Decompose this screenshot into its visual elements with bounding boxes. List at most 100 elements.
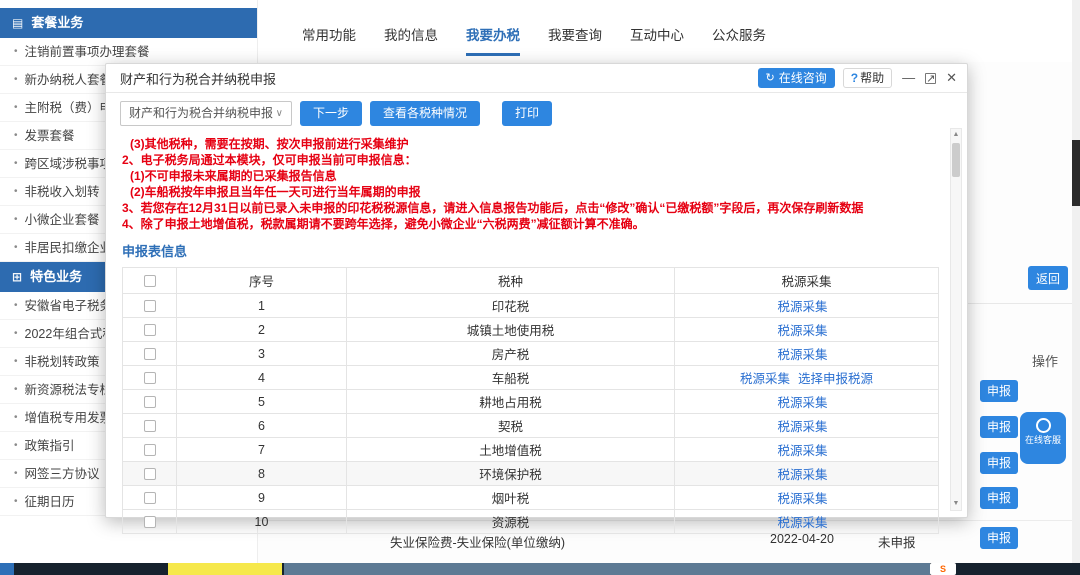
view-tax-status-button[interactable]: 查看各税种情况 <box>370 101 480 126</box>
table-row: 7 土地增值税 税源采集 <box>123 438 939 462</box>
tax-cell: 车船税 <box>347 366 675 390</box>
return-button[interactable]: 返回 <box>1028 266 1068 290</box>
sogou-input-icon[interactable]: S <box>930 563 956 575</box>
tax-source-collect-link[interactable]: 税源采集 <box>777 492 827 506</box>
table-row: 8 环境保护税 税源采集 <box>123 462 939 486</box>
question-icon: ? <box>851 69 858 87</box>
help-button[interactable]: ? 帮助 <box>843 68 892 88</box>
help-label: 帮助 <box>860 69 884 87</box>
declaration-table: 序号 税种 税源采集 1 印花税 税源采集 2 城镇土地使用税 税源采集 3 房… <box>122 267 939 534</box>
page-scrollbar[interactable] <box>1072 0 1080 563</box>
close-icon[interactable]: ✕ <box>946 68 957 88</box>
tax-cell: 房产税 <box>347 342 675 366</box>
seq-cell: 7 <box>177 438 347 462</box>
panel-divider <box>968 303 1072 304</box>
tax-cell: 契税 <box>347 414 675 438</box>
scrollbar-thumb[interactable] <box>952 143 960 177</box>
fee-date: 2022-04-20 <box>770 532 834 546</box>
notice-line: (1)不可申报未来属期的已采集报告信息 <box>122 168 937 184</box>
seq-cell: 5 <box>177 390 347 414</box>
tax-cell: 印花税 <box>347 294 675 318</box>
row-checkbox[interactable] <box>144 492 156 504</box>
seq-cell: 9 <box>177 486 347 510</box>
page-scrollbar-thumb[interactable] <box>1072 140 1080 206</box>
seq-cell: 1 <box>177 294 347 318</box>
start-button-icon[interactable] <box>0 563 14 575</box>
table-row: 4 车船税 税源采集选择申报税源 <box>123 366 939 390</box>
row-checkbox[interactable] <box>144 324 156 336</box>
declare-button[interactable]: 申报 <box>980 416 1018 438</box>
fee-name: 失业保险费-失业保险(单位缴纳) <box>390 532 565 551</box>
tax-source-collect-link[interactable]: 税源采集 <box>777 516 827 530</box>
col-seq: 序号 <box>177 268 347 294</box>
scroll-up-icon[interactable]: ▲ <box>951 129 961 141</box>
table-row: 6 契税 税源采集 <box>123 414 939 438</box>
scroll-down-icon[interactable]: ▼ <box>951 498 961 510</box>
table-row: 9 烟叶税 税源采集 <box>123 486 939 510</box>
seq-cell: 6 <box>177 414 347 438</box>
row-checkbox[interactable] <box>144 372 156 384</box>
select-value: 财产和行为税合并纳税申报 <box>129 102 273 125</box>
print-button[interactable]: 打印 <box>502 101 552 126</box>
declare-button[interactable]: 申报 <box>980 527 1018 549</box>
seq-cell: 8 <box>177 462 347 486</box>
fee-status: 未申报 <box>878 532 916 551</box>
notice-line: (3)其他税种，需要在按期、按次申报前进行采集维护 <box>122 136 937 152</box>
tax-cell: 烟叶税 <box>347 486 675 510</box>
notice-line: (2)车船税按年申报且当年任一天可进行当年属期的申报 <box>122 184 937 200</box>
taskbar: S <box>0 563 1080 575</box>
tax-source-collect-link[interactable]: 税源采集 <box>740 372 790 386</box>
notice-line: 3、若您存在12月31日以前已录入未申报的印花税税源信息，请进入信息报告功能后，… <box>122 200 937 216</box>
row-checkbox[interactable] <box>144 444 156 456</box>
row-checkbox[interactable] <box>144 300 156 312</box>
declaration-table-label: 申报表信息 <box>106 234 967 265</box>
online-service-button[interactable]: 在线客服 <box>1020 412 1066 464</box>
tax-source-collect-link[interactable]: 税源采集 <box>777 348 827 362</box>
seq-cell: 10 <box>177 510 347 534</box>
notice-line: 4、除了申报土地增值税，税款属期请不要跨年选择，避免小微企业“六税两费”减征额计… <box>122 216 937 232</box>
taskbar-window-yellow[interactable] <box>168 563 282 575</box>
tax-cell: 耕地占用税 <box>347 390 675 414</box>
modal-title: 财产和行为税合并纳税申报 <box>120 69 758 88</box>
declare-button[interactable]: 申报 <box>980 452 1018 474</box>
tax-cell: 资源税 <box>347 510 675 534</box>
select-declare-source-link[interactable]: 选择申报税源 <box>798 372 873 386</box>
col-tax: 税种 <box>347 268 675 294</box>
seq-cell: 2 <box>177 318 347 342</box>
row-checkbox[interactable] <box>144 468 156 480</box>
row-checkbox[interactable] <box>144 516 156 528</box>
tax-cell: 土地增值税 <box>347 438 675 462</box>
tax-source-collect-link[interactable]: 税源采集 <box>777 468 827 482</box>
table-header-row: 序号 税种 税源采集 <box>123 268 939 294</box>
tax-source-collect-link[interactable]: 税源采集 <box>777 324 827 338</box>
declare-button[interactable]: 申报 <box>980 487 1018 509</box>
row-checkbox[interactable] <box>144 396 156 408</box>
seq-cell: 4 <box>177 366 347 390</box>
taskbar-window[interactable] <box>284 563 930 575</box>
col-collect: 税源采集 <box>675 268 939 294</box>
seq-cell: 3 <box>177 342 347 366</box>
next-step-button[interactable]: 下一步 <box>300 101 362 126</box>
row-checkbox[interactable] <box>144 420 156 432</box>
declaration-type-select[interactable]: 财产和行为税合并纳税申报 ∨ <box>120 101 292 126</box>
minimize-icon[interactable]: — <box>902 68 915 88</box>
tax-source-collect-link[interactable]: 税源采集 <box>777 396 827 410</box>
select-all-checkbox[interactable] <box>144 275 156 287</box>
table-row: 2 城镇土地使用税 税源采集 <box>123 318 939 342</box>
notice-line: 2、电子税务局通过本模块，仅可申报当前可申报信息： <box>122 152 937 168</box>
tax-source-collect-link[interactable]: 税源采集 <box>777 420 827 434</box>
tax-source-collect-link[interactable]: 税源采集 <box>777 300 827 314</box>
notice-block: (3)其他税种，需要在按期、按次申报前进行采集维护 2、电子税务局通过本模块，仅… <box>106 133 967 234</box>
row-checkbox[interactable] <box>144 348 156 360</box>
modal-scrollbar[interactable]: ▲ ▼ <box>950 128 962 511</box>
online-consult-button[interactable]: ↻ 在线咨询 <box>758 68 835 88</box>
tax-source-collect-link[interactable]: 税源采集 <box>777 444 827 458</box>
tax-declaration-modal: 财产和行为税合并纳税申报 ↻ 在线咨询 ? 帮助 — ↗ ✕ 财产和行为税合并纳… <box>105 63 968 518</box>
modal-titlebar: 财产和行为税合并纳税申报 ↻ 在线咨询 ? 帮助 — ↗ ✕ <box>106 64 967 93</box>
refresh-icon: ↻ <box>766 68 775 88</box>
table-row: 10 资源税 税源采集 <box>123 510 939 534</box>
online-service-label: 在线客服 <box>1024 435 1062 445</box>
app-root: ▤ 套餐业务 •注销前置事项办理套餐 •新办纳税人套餐 •主附税（费）申报 •发… <box>0 0 1080 575</box>
declare-button[interactable]: 申报 <box>980 380 1018 402</box>
maximize-icon[interactable]: ↗ <box>925 73 936 84</box>
